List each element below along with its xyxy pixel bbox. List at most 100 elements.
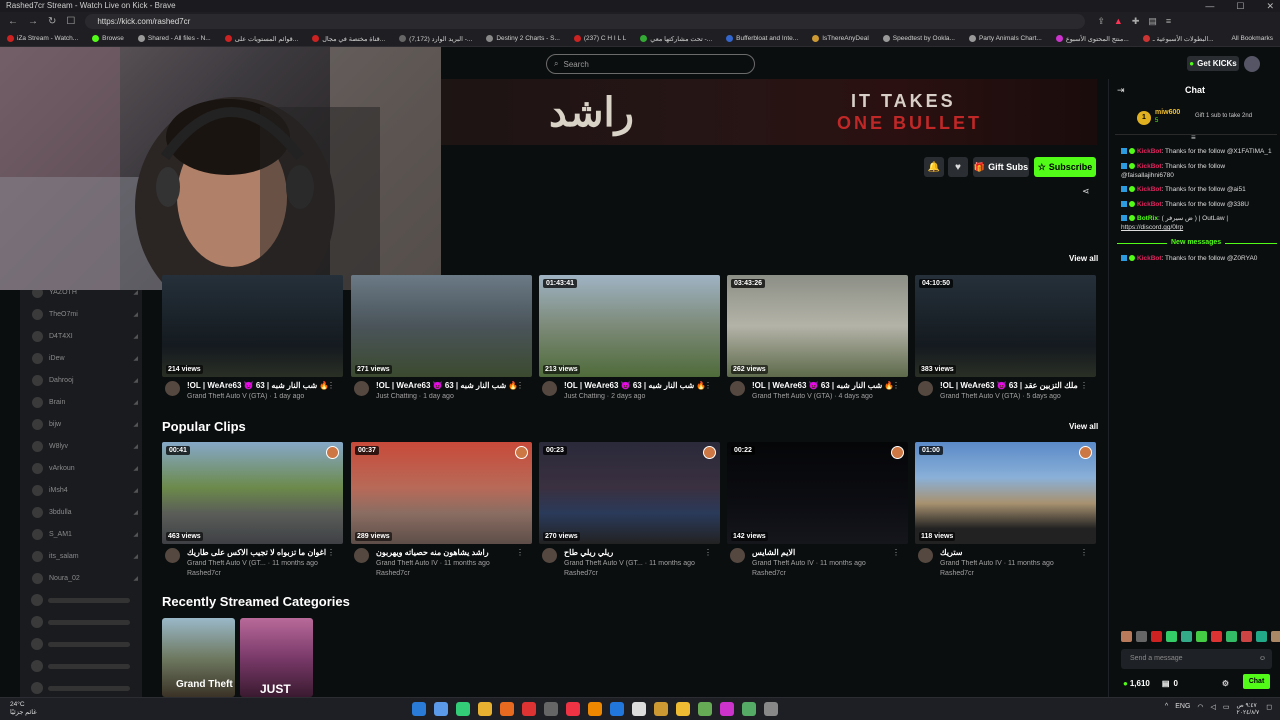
vod-thumbnail[interactable]: 271 views: [351, 275, 532, 377]
clip-channel[interactable]: Rashed7cr: [752, 570, 786, 577]
bookmark-item[interactable]: iZa Stream - Watch...: [0, 35, 85, 42]
clip-title[interactable]: اغوان ما تزبواه لا تجيب الاكس على طاريك: [187, 548, 332, 557]
more-icon[interactable]: ⋮: [516, 548, 524, 557]
channel-avatar[interactable]: [354, 548, 369, 563]
maximize-icon[interactable]: ☐: [1236, 0, 1244, 12]
bookmark-item[interactable]: Destiny 2 Charts - S...: [479, 35, 567, 42]
sidebar-icon[interactable]: ▤: [1148, 16, 1157, 27]
extensions-icon[interactable]: ✚: [1132, 16, 1140, 27]
sidebar-channel[interactable]: W8lyv ◢: [32, 437, 142, 455]
reload-icon[interactable]: ↻: [48, 16, 56, 27]
vod-card[interactable]: 04:10:50 383 views !OL | WeAre63 😈 63 | …: [915, 275, 1096, 400]
url-input[interactable]: https://kick.com/rashed7cr: [85, 14, 1086, 29]
app-icon[interactable]: [456, 702, 470, 716]
channel-avatar[interactable]: [354, 381, 369, 396]
start-icon[interactable]: [412, 702, 426, 716]
emote-icon[interactable]: [1256, 631, 1267, 642]
bookmark-item[interactable]: Party Animals Chart...: [962, 35, 1049, 42]
bookmark-item[interactable]: IsThereAnyDeal: [805, 35, 876, 42]
more-icon[interactable]: ⋮: [704, 548, 712, 557]
app-icon[interactable]: [588, 702, 602, 716]
vod-thumbnail[interactable]: 03:43:26 262 views: [727, 275, 908, 377]
sidebar-channel[interactable]: D4T4XI ◢: [32, 327, 142, 345]
clip-channel[interactable]: Rashed7cr: [940, 570, 974, 577]
app-icon[interactable]: [434, 702, 448, 716]
chat-input[interactable]: Send a message ☺: [1121, 649, 1272, 669]
channel-avatar[interactable]: [730, 548, 745, 563]
clip-channel[interactable]: Rashed7cr: [187, 570, 221, 577]
app-icon[interactable]: [698, 702, 712, 716]
sidebar-channel[interactable]: Brain ◢: [32, 393, 142, 411]
clock[interactable]: ٩:٤٧ ص ٢٠٢٤/٨/٧: [1237, 703, 1260, 717]
more-icon[interactable]: ⋮: [892, 381, 900, 390]
emote-icon[interactable]: [1226, 631, 1237, 642]
vod-card[interactable]: 03:43:26 262 views !OL | WeAre63 😈 63 | …: [727, 275, 908, 400]
more-icon[interactable]: ⋮: [327, 381, 335, 390]
clip-thumbnail[interactable]: 00:41 463 views: [162, 442, 343, 544]
minimize-icon[interactable]: —: [1205, 0, 1214, 12]
sidebar-channel[interactable]: TheO7mi ◢: [32, 305, 142, 323]
settings-icon[interactable]: ⚙: [1222, 679, 1229, 688]
channel-avatar[interactable]: [165, 381, 180, 396]
share-icon[interactable]: ⇪: [1097, 16, 1105, 27]
wifi-icon[interactable]: ◠: [1197, 703, 1203, 717]
discord-link[interactable]: https://discord.gg/0lrp: [1121, 224, 1183, 231]
channel-avatar[interactable]: [542, 548, 557, 563]
firefox-icon[interactable]: [500, 702, 514, 716]
bookmark-item[interactable]: Bufferbloat and Inte...: [719, 35, 805, 42]
channel-avatar[interactable]: [165, 548, 180, 563]
back-icon[interactable]: ←: [8, 16, 18, 27]
tray-expand-icon[interactable]: ^: [1165, 703, 1168, 717]
sidebar-channel[interactable]: bijw ◢: [32, 415, 142, 433]
bookmark-icon[interactable]: ☐: [66, 16, 75, 27]
emote-icon[interactable]: [1151, 631, 1162, 642]
sidebar-channel[interactable]: Dahrooj ◢: [32, 371, 142, 389]
clip-thumbnail[interactable]: 00:23 270 views: [539, 442, 720, 544]
category-card-gta[interactable]: Grand Theft: [162, 618, 235, 697]
emote-icon[interactable]: [1271, 631, 1280, 642]
sidebar-channel[interactable]: Noura_02 ◢: [32, 569, 142, 587]
subscribe-button[interactable]: ☆ Subscribe: [1034, 157, 1096, 177]
sidebar-channel[interactable]: iMsh4 ◢: [32, 481, 142, 499]
vod-title[interactable]: !OL | WeAre63 😈 63 | شب النار شبه 🔥: [564, 381, 709, 390]
pinned-user[interactable]: miw600: [1155, 109, 1180, 116]
clip-title[interactable]: راشد يشاهون منه حصياته ويهربون: [376, 548, 521, 557]
clip-card[interactable]: 00:23 270 views ريلي ريلي طاح ⋮ Grand Th…: [539, 442, 720, 577]
clip-card[interactable]: 00:41 463 views اغوان ما تزبواه لا تجيب …: [162, 442, 343, 577]
share-icon[interactable]: ⋖: [1082, 186, 1090, 197]
app-icon[interactable]: [742, 702, 756, 716]
sidebar-channel[interactable]: vArkoun ◢: [32, 459, 142, 477]
app-icon[interactable]: [654, 702, 668, 716]
vod-card[interactable]: 214 views !OL | WeAre63 😈 63 | شب النار …: [162, 275, 343, 400]
clip-channel[interactable]: Rashed7cr: [376, 570, 410, 577]
user-avatar[interactable]: [1244, 56, 1260, 72]
new-messages-divider[interactable]: New messages: [1117, 239, 1277, 249]
vod-title[interactable]: !OL | WeAre63 😈 63 | ملك التزبين عقد: [940, 381, 1085, 390]
sidebar-channel[interactable]: iDew ◢: [32, 349, 142, 367]
notification-button[interactable]: 🔔: [924, 157, 944, 177]
app-icon[interactable]: [676, 702, 690, 716]
gift-subs-button[interactable]: 🎁 Gift Subs: [973, 157, 1029, 177]
vod-card[interactable]: 01:43:41 213 views !OL | WeAre63 😈 63 | …: [539, 275, 720, 400]
bookmark-item[interactable]: البطولات الأسبوعية ـ...: [1136, 35, 1221, 43]
emote-icon[interactable]: [1211, 631, 1222, 642]
clip-title[interactable]: ريلي ريلي طاح: [564, 548, 709, 557]
follow-button[interactable]: ♥: [948, 157, 968, 177]
channel-avatar[interactable]: [730, 381, 745, 396]
brave-icon[interactable]: [566, 702, 580, 716]
app-icon[interactable]: [522, 702, 536, 716]
clip-title[interactable]: الايم الشايس: [752, 548, 897, 557]
expand-icon[interactable]: ≡: [1191, 133, 1196, 142]
app-icon[interactable]: [544, 702, 558, 716]
send-chat-button[interactable]: Chat: [1243, 674, 1270, 689]
bookmark-item[interactable]: Speedtest by Ookla...: [876, 35, 962, 42]
emote-icon[interactable]: [1136, 631, 1147, 642]
clip-card[interactable]: 01:00 118 views ستريك ⋮ Grand Theft Auto…: [915, 442, 1096, 577]
emote-icon[interactable]: [1166, 631, 1177, 642]
more-icon[interactable]: ⋮: [327, 548, 335, 557]
more-icon[interactable]: ⋮: [516, 381, 524, 390]
close-icon[interactable]: ✕: [1266, 0, 1274, 12]
clip-channel[interactable]: Rashed7cr: [564, 570, 598, 577]
vod-thumbnail[interactable]: 214 views: [162, 275, 343, 377]
bookmark-item[interactable]: Browse: [85, 35, 131, 42]
